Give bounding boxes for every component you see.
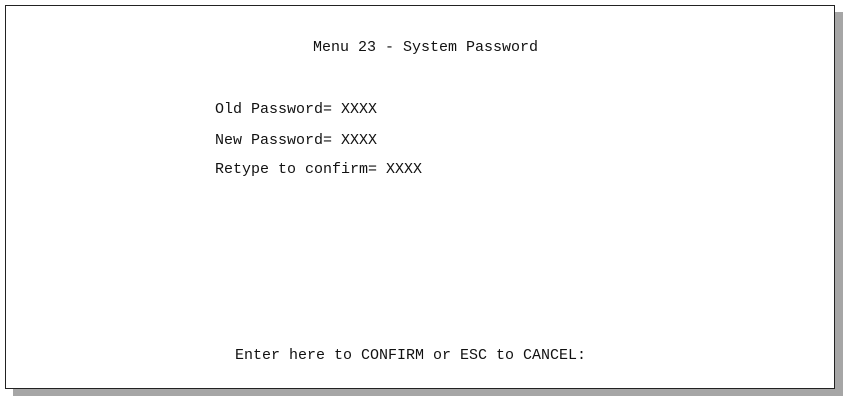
- terminal-screen: Menu 23 - System Password Old Password= …: [5, 5, 835, 389]
- new-password-label: New Password=: [215, 132, 333, 149]
- retype-password-row: Retype to confirm= XXXX: [215, 161, 422, 179]
- confirm-prompt[interactable]: Enter here to CONFIRM or ESC to CANCEL:: [235, 347, 586, 365]
- new-password-field[interactable]: XXXX: [341, 132, 377, 149]
- retype-password-field[interactable]: XXXX: [386, 161, 422, 178]
- old-password-row: Old Password= XXXX: [215, 101, 377, 119]
- new-password-row: New Password= XXXX: [215, 132, 377, 150]
- retype-password-label: Retype to confirm=: [215, 161, 378, 178]
- menu-title: Menu 23 - System Password: [313, 39, 539, 56]
- old-password-field[interactable]: XXXX: [341, 101, 377, 118]
- old-password-label: Old Password=: [215, 101, 333, 118]
